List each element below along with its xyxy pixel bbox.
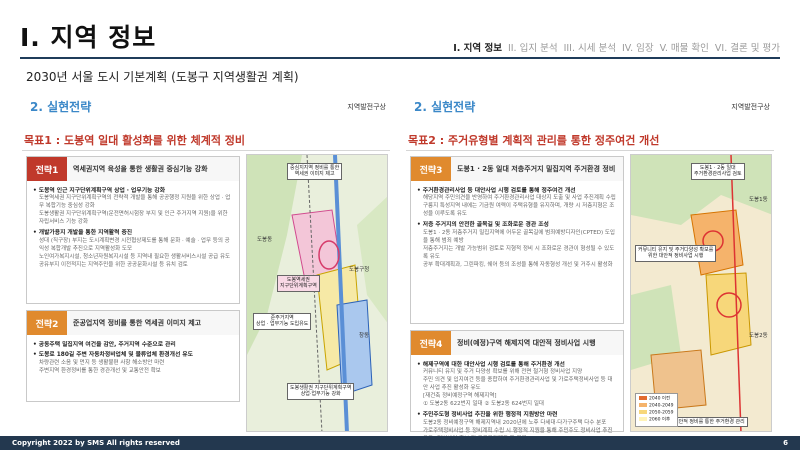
strategy-heading: 2. 실현전략 [30,100,92,114]
nav-item-region-info[interactable]: I. 지역 정보 [453,40,502,54]
map-place-name: 도봉동 [257,237,273,243]
page-number: 6 [783,439,788,447]
map-label: 도봉1 · 2동 일대 주거환경관리사업 검토 [691,163,745,180]
legend-item: 2040-2049 [639,402,674,410]
strategy-number: 전략3 [411,157,451,181]
legend-item: 2050-2059 [639,409,674,417]
nav-item-location-analysis[interactable]: II. 입지 분석 [508,40,558,54]
strategy-heading: 2. 실현전략 [414,100,476,114]
strategy-name: 준공업지역 정비를 통한 역세권 이미지 제고 [67,311,239,335]
nav-item-conclusion[interactable]: VI. 결론 및 평가 [715,40,780,54]
detail-text: 구릉지 특성지역 내에는 기금원 여력이 주택유형을 유지하며, 개량 시 저층… [423,203,615,218]
legend-label: 2060 이후 [649,417,671,423]
page-title: I. 지역 정보 [20,23,157,52]
goal-divider [22,150,390,151]
nav-item-site-visit[interactable]: IV. 임장 [622,40,654,54]
detail-heading: 도봉로 180길 주변 자동차정비업체 및 물류업체 환경개선 유도 [33,351,233,359]
detail-text: 도봉2동 정비예정구역 해제지역내 2020년에 노후 다세대·다가구주택 다수… [423,419,607,426]
header-divider [20,57,780,59]
strategy-number: 전략4 [411,331,451,355]
strategy-box-2: 전략2 준공업지역 정비를 통한 역세권 이미지 제고 공동주택 밀집지역 여건… [26,310,240,402]
detail-text: 차량관련 소음 및 먼지 등 생활불편 사항 해소방안 마련 [39,359,165,366]
legend-item: 2040 이전 [639,395,674,403]
strategy-details: 해제구역에 대한 대안사업 시행 검토를 통해 주거환경 개선 커뮤니티 유지 … [411,355,623,448]
section-tag: 지역발전구상 [347,103,386,111]
detail-text: 노인여가복지시설, 청소년자원복지시설 등 지역내 필요한 생활서비스시설 공급… [39,253,231,260]
page-subtitle: 2030년 서울 도시 기본계획 (도봉구 지역생활권 계획) [26,70,299,84]
copyright-text: Copyright 2022 by SMS All rights reserve… [12,439,180,447]
plan-panel-right: 2. 실현전략 지역발전구상 목표2 : 주거유형별 계획적 관리를 통한 정주… [406,96,774,442]
map-legend: 2040 이전 2040-2049 2050-2059 2060 이후 [635,392,678,427]
strategy-details: 주거환경관리사업 등 대안사업 시행 검토를 통해 정주여건 개선 해당지역 주… [411,181,623,274]
panel-header: 2. 실현전략 지역발전구상 [22,96,390,116]
detail-text: 도봉생활권 지구단위계획구역(운전면허시험장 부지 및 인근 주거지역 지원)을… [39,211,228,226]
detail-text: 도봉1 · 2동 저층주거지 밀집지역에 어두운 골목길에 범죄예방디자인(CP… [423,229,615,244]
strategy-number: 전략1 [27,157,67,181]
detail-text: 저층주거지는 개발 가능범위 검토로 지형적 정비 시 조화로운 경관이 형성될… [423,245,615,260]
strategy-box-3: 전략3 도봉1 · 2동 일대 저층주거지 밀집지역 주거환경 정비 주거환경관… [410,156,624,324]
strategy-strip: 전략1 역세권지역 육성을 통한 생활권 중심기능 강화 [27,157,239,181]
map-label: 중심지지역 정비를 통한 역세권 이미지 제고 [287,163,343,180]
map-label: 대안적 정비를 통한 주거환경 관리 [671,417,748,428]
plan-panel-left: 2. 실현전략 지역발전구상 목표1 : 도봉역 일대 활성화를 위한 체계적 … [22,96,390,434]
map-label: 도봉역세권 지구단위계획구역 [277,275,320,292]
goal-heading: 목표2 : 주거유형별 계획적 관리를 통한 정주여건 개선 [408,134,660,147]
legend-label: 2050-2059 [649,410,674,416]
detail-heading: 공동주택 밀집지역 여건을 감안, 주거지역 수준으로 관리 [33,341,233,349]
goal-heading: 목표1 : 도봉역 일대 활성화를 위한 체계적 정비 [24,134,246,147]
detail-text: 도봉역세권 지구단위계획구역의 전략적 개발을 통해 공공행정 지원을 위한 상… [39,195,231,210]
nav-item-price-analysis[interactable]: III. 시세 분석 [564,40,616,54]
strategy-name: 도봉1 · 2동 일대 저층주거지 밀집지역 주거환경 정비 [451,157,623,181]
plan-map-left: 중심지지역 정비를 통한 역세권 이미지 제고 준주거지역 상업 · 업무기능 … [246,154,388,432]
detail-heading: 개발가용지 개발을 통한 지역활력 증진 [33,229,233,237]
map-place-name: 도봉2동 [749,333,768,339]
detail-text: 공부 확대계획과, 그린파킹, 쉐어 등의 조성을 통해 자동형성 개선 및 거… [423,261,613,268]
footer-bar: Copyright 2022 by SMS All rights reserve… [0,436,800,450]
map-label: 도봉생활권 지구단위계획구역 상업·업무기능 강화 [287,383,355,400]
detail-text: 공유부지 이전적지는 지역주민을 위한 공공문화시설 등 유치 검토 [39,261,188,268]
map-place-name: 도봉구청 [349,267,370,273]
map-place-name: 창동 [359,333,370,339]
legend-label: 2040 이전 [649,396,671,402]
strategy-number: 전략2 [27,311,67,335]
detail-text: 성대 (직구장) 부지는 도시계획변경 시전협상제도를 통해 문화 · 예술 ·… [39,237,230,252]
legend-label: 2040-2049 [649,403,674,409]
strategy-name: 역세권지역 육성을 통한 생활권 중심기능 강화 [67,157,239,181]
map-label: 커뮤니티 유지 및 주거다양성 확보를 위한 대안적 정비사업 시행 [635,245,717,262]
map-label: 준주거지역 상업 · 업무기능 도입유도 [253,313,312,330]
detail-heading: 주민주도형 정비사업 추진을 위한 행정적 지원방안 마련 [417,411,617,419]
goal-divider [406,150,774,151]
strategy-details: 도봉역 인근 지구단위계획구역 상업 · 업무기능 강화 도봉역세권 지구단위계… [27,181,239,274]
section-tag: 지역발전구상 [731,103,770,111]
detail-text: ① 도봉2동 622번지 일대 ② 도봉2동 624번지 일대 [423,401,544,408]
plan-map-right: 도봉1 · 2동 일대 주거환경관리사업 검토 커뮤니티 유지 및 주거다양성 … [630,154,772,432]
legend-item: 2060 이후 [639,416,674,424]
strategy-box-1: 전략1 역세권지역 육성을 통한 생활권 중심기능 강화 도봉역 인근 지구단위… [26,156,240,304]
panel-header: 2. 실현전략 지역발전구상 [406,96,774,116]
strategy-strip: 전략3 도봉1 · 2동 일대 저층주거지 밀집지역 주거환경 정비 [411,157,623,181]
map-place-name: 도봉1동 [749,197,768,203]
strategy-details: 공동주택 밀집지역 여건을 감안, 주거지역 수준으로 관리 도봉로 180길 … [27,335,239,380]
detail-heading: 저층 주거지의 안전한 골목길 및 조화로운 경관 조성 [417,221,617,229]
detail-text: 주민 의견 및 입지여건 등을 종합하여 주거환경관리사업 및 가로주택정비사업… [423,377,613,392]
strategy-strip: 전략2 준공업지역 정비를 통한 역세권 이미지 제고 [27,311,239,335]
strategy-box-4: 전략4 정비(예정)구역 해제지역 대안적 정비사업 시행 해제구역에 대한 대… [410,330,624,442]
section-nav: I. 지역 정보 II. 입지 분석 III. 시세 분석 IV. 임장 V. … [453,40,780,54]
detail-text: 주변지역 환경정비를 통한 경관개선 및 교통안전 확보 [39,367,161,374]
strategy-strip: 전략4 정비(예정)구역 해제지역 대안적 정비사업 시행 [411,331,623,355]
nav-item-listing-check[interactable]: V. 매물 확인 [660,40,709,54]
strategy-name: 정비(예정)구역 해제지역 대안적 정비사업 시행 [451,331,623,355]
